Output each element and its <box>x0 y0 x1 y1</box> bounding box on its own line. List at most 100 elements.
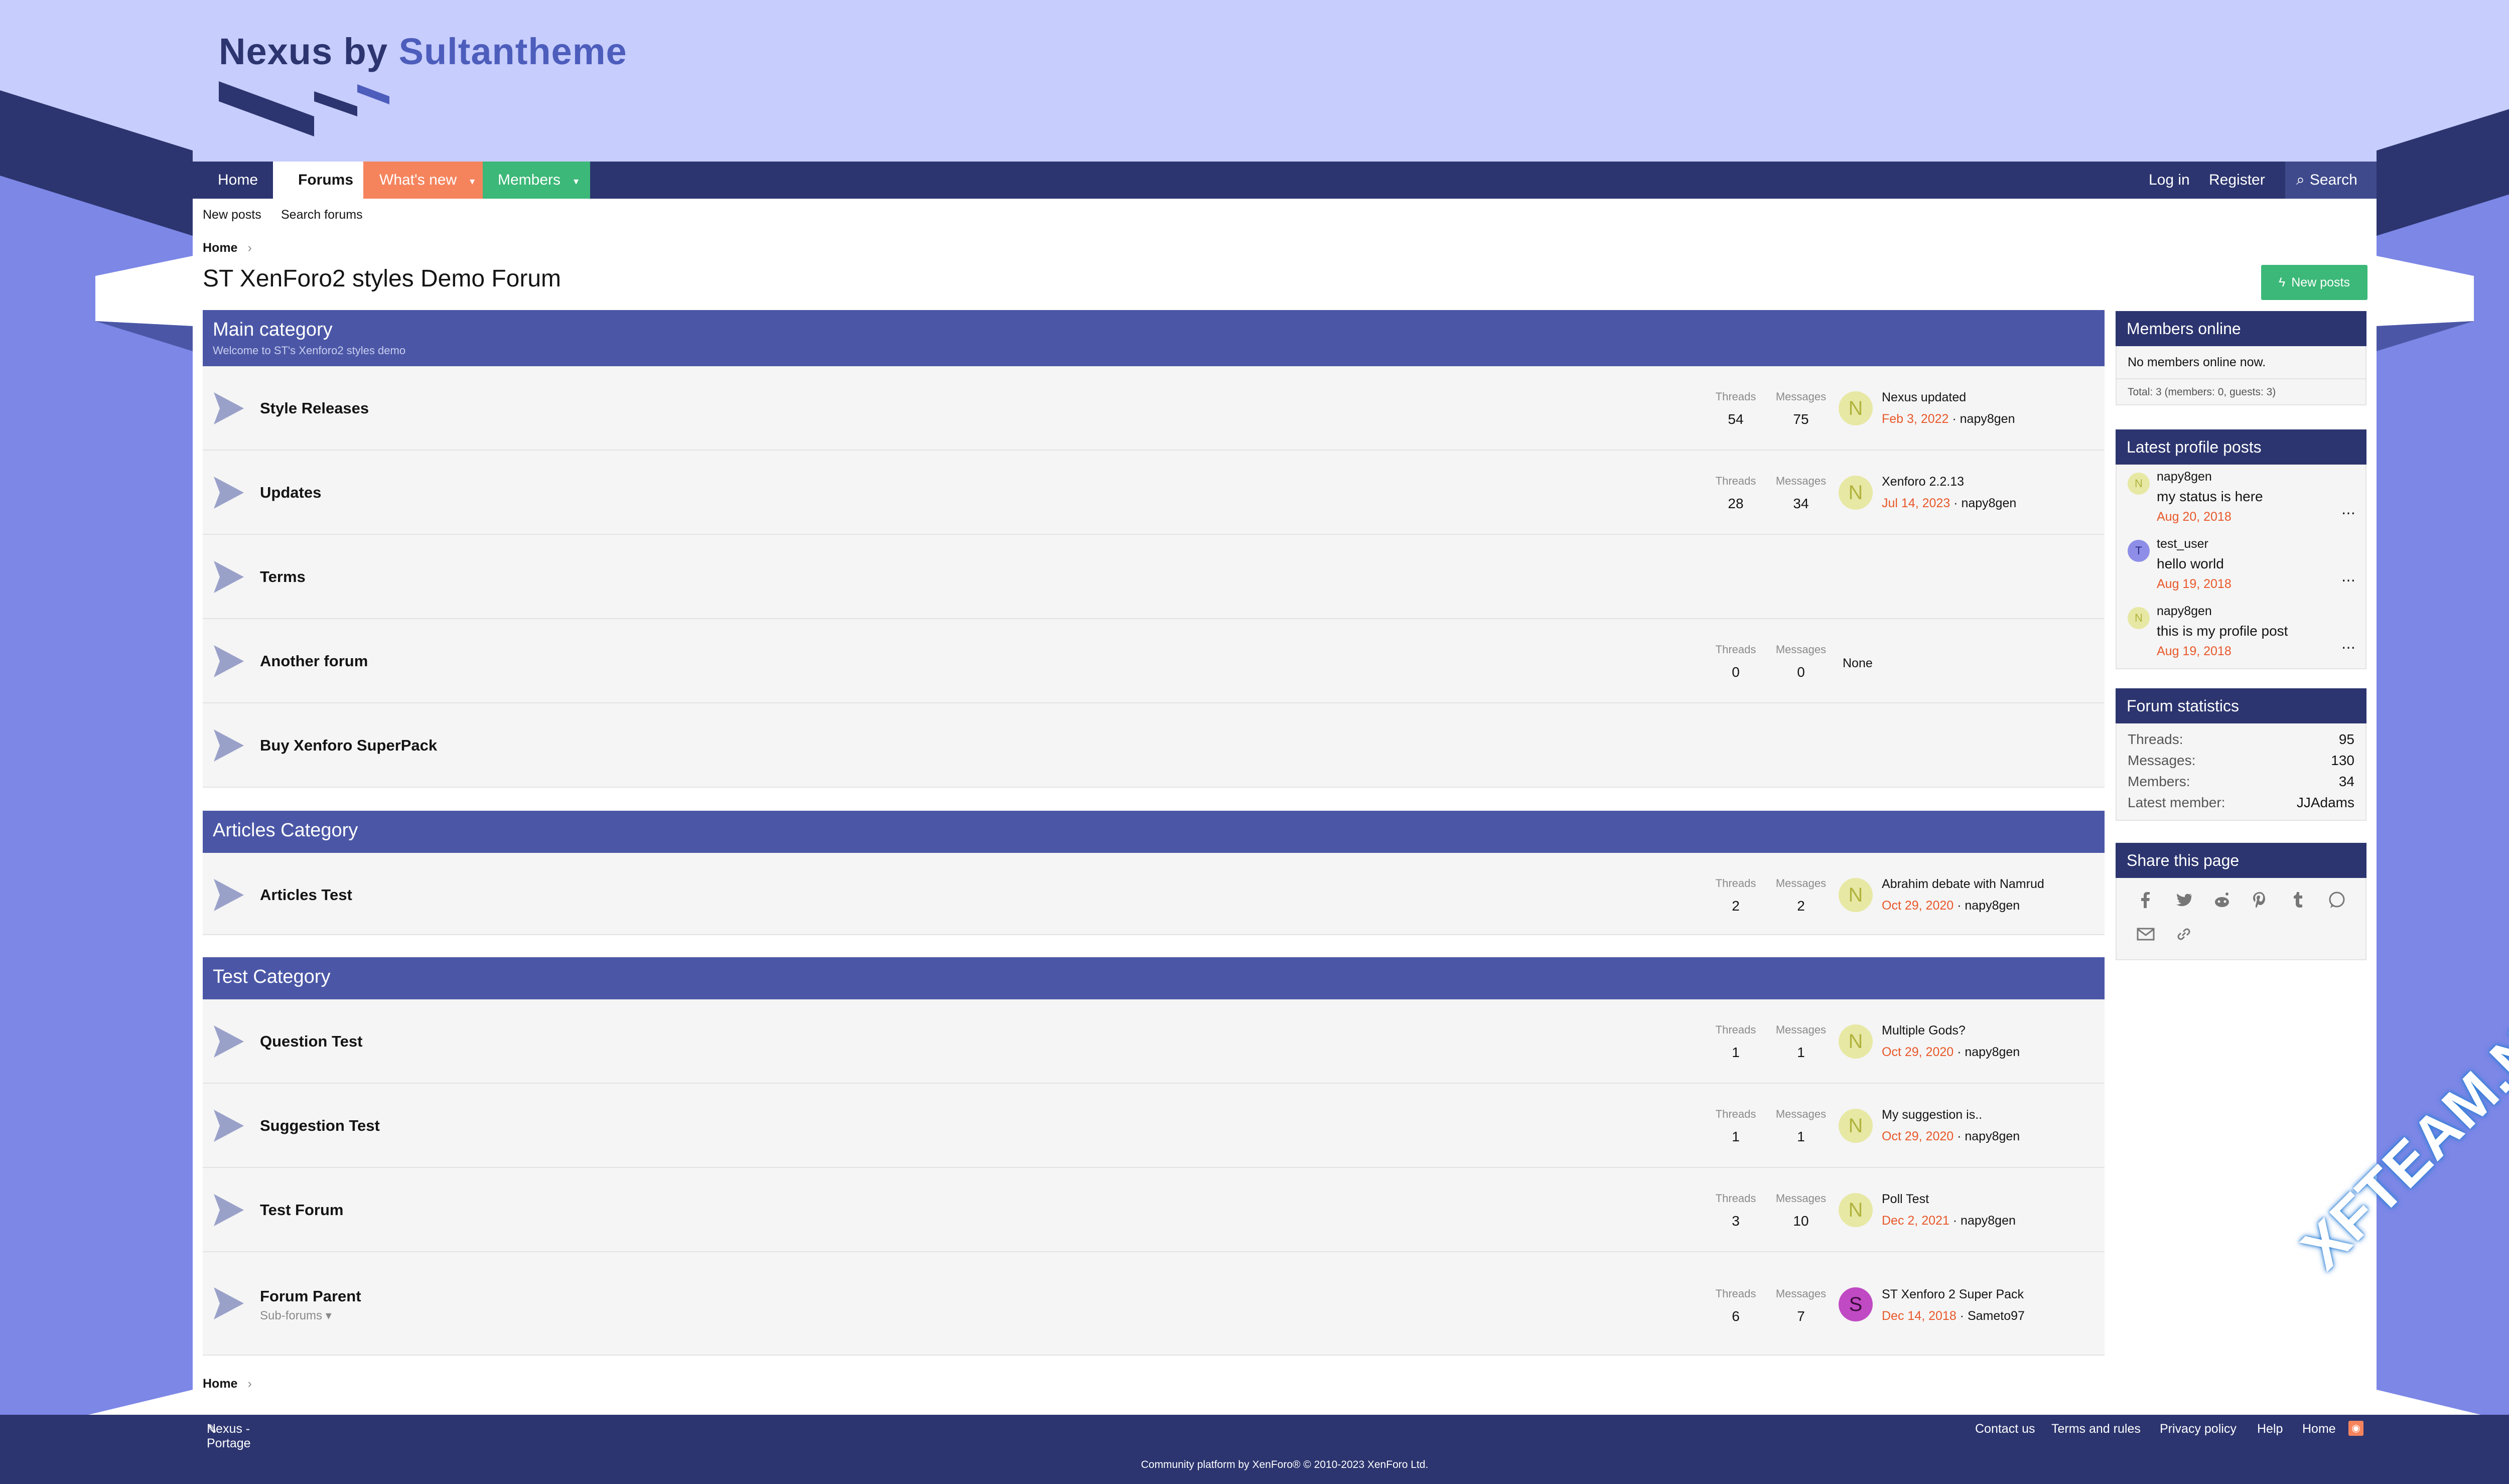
forum-name[interactable]: Terms <box>260 568 306 586</box>
twitter-icon[interactable] <box>2174 890 2194 910</box>
profile-post-date[interactable]: Aug 20, 2018 <box>2157 510 2232 524</box>
last-post-title[interactable]: My suggestion is.. <box>1882 1108 2020 1122</box>
nav-tab-whats-new[interactable]: What's new ▾ <box>363 162 483 199</box>
new-posts-button[interactable]: ϟ New posts <box>2261 265 2367 300</box>
share-page-title[interactable]: Share this page <box>2116 843 2366 878</box>
subnav-new-posts[interactable]: New posts <box>203 208 261 222</box>
last-post-user[interactable]: napy8gen <box>1965 899 2020 913</box>
forum-name[interactable]: Style Releases <box>260 399 369 417</box>
last-post-date[interactable]: Oct 29, 2020 <box>1882 1045 1954 1059</box>
last-post-user[interactable]: napy8gen <box>1965 1045 2020 1059</box>
rss-icon[interactable]: ◉ <box>2348 1421 2363 1436</box>
avatar[interactable]: N <box>1839 1024 1873 1059</box>
forum-node[interactable]: Another forum Threads 0 Messages 0 None <box>203 619 2105 703</box>
forum-name[interactable]: Buy Xenforo SuperPack <box>260 736 437 755</box>
login-link[interactable]: Log in <box>2149 162 2190 199</box>
category-title[interactable]: Articles Category <box>213 820 358 841</box>
profile-post-date[interactable]: Aug 19, 2018 <box>2157 577 2232 591</box>
category-title[interactable]: Test Category <box>213 966 330 988</box>
forum-node[interactable]: Articles Test Threads 2 Messages 2 N Abrah… <box>203 853 2105 935</box>
forum-name[interactable]: Updates <box>260 484 321 502</box>
pinterest-icon[interactable] <box>2250 890 2270 910</box>
breadcrumb-bottom[interactable]: Home › <box>203 1377 252 1391</box>
avatar[interactable]: N <box>1839 476 1873 510</box>
email-icon[interactable] <box>2136 924 2156 944</box>
last-post-title[interactable]: Xenforo 2.2.13 <box>1882 475 2016 489</box>
avatar[interactable]: S <box>1839 1287 1873 1321</box>
last-post-user[interactable]: napy8gen <box>1965 1129 2020 1143</box>
footer-link-help[interactable]: Help <box>2257 1422 2283 1436</box>
last-post-date[interactable]: Dec 14, 2018 <box>1882 1309 1957 1323</box>
forum-name[interactable]: Forum Parent <box>260 1287 361 1305</box>
profile-post-date[interactable]: Aug 19, 2018 <box>2157 644 2232 659</box>
forum-name[interactable]: Question Test <box>260 1032 362 1051</box>
last-post-date[interactable]: Oct 29, 2020 <box>1882 899 1954 913</box>
last-post-date[interactable]: Jul 14, 2023 <box>1882 496 1950 510</box>
last-post-title[interactable]: ST Xenforo 2 Super Pack <box>1882 1287 2025 1302</box>
forum-node[interactable]: Updates Threads 28 Messages 34 N Xenforo 2… <box>203 451 2105 535</box>
category-header[interactable]: Test Category <box>203 957 2105 999</box>
chevron-down-icon[interactable]: ▾ <box>470 176 475 187</box>
members-online-title[interactable]: Members online <box>2116 311 2366 346</box>
subnav-search-forums[interactable]: Search forums <box>281 208 363 222</box>
breadcrumb[interactable]: Home › <box>203 241 252 255</box>
forum-node[interactable]: Style Releases Threads 54 Messages 75 N Ne… <box>203 366 2105 451</box>
reddit-icon[interactable] <box>2212 890 2232 910</box>
footer-link-home[interactable]: Home <box>2302 1422 2336 1436</box>
whatsapp-icon[interactable] <box>2326 890 2346 910</box>
nav-tab-members[interactable]: Members ▾ <box>483 162 590 199</box>
forum-node[interactable]: Forum Parent Sub-forums ▾ Threads 6 Messa… <box>203 1252 2105 1356</box>
breadcrumb-home[interactable]: Home <box>203 241 237 255</box>
avatar[interactable]: T <box>2128 540 2150 562</box>
forum-node[interactable]: Test Forum Threads 3 Messages 10 N Poll Te… <box>203 1168 2105 1252</box>
category-header[interactable]: Main category Welcome to ST's Xenforo2 s… <box>203 310 2105 366</box>
last-post-user[interactable]: Sameto97 <box>1968 1309 2025 1323</box>
profile-post-user[interactable]: napy8gen <box>2157 470 2212 484</box>
avatar[interactable]: N <box>2128 473 2150 495</box>
last-post-title[interactable]: Nexus updated <box>1882 390 2015 405</box>
forum-node[interactable]: Buy Xenforo SuperPack <box>203 703 2105 788</box>
chevron-down-icon[interactable]: ▾ <box>574 176 579 187</box>
forum-node[interactable]: Terms <box>203 535 2105 619</box>
more-icon[interactable]: ⋯ <box>2341 639 2355 656</box>
forum-name[interactable]: Suggestion Test <box>260 1117 380 1135</box>
stat-value[interactable]: JJAdams <box>2297 795 2354 811</box>
last-post-title[interactable]: Poll Test <box>1882 1192 2016 1207</box>
search-button[interactable]: ⌕ Search <box>2285 162 2377 199</box>
site-logo[interactable]: Nexus by Sultantheme <box>219 30 627 73</box>
sub-forums-toggle[interactable]: Sub-forums ▾ <box>260 1308 332 1323</box>
more-icon[interactable]: ⋯ <box>2341 572 2355 588</box>
avatar[interactable]: N <box>1839 1109 1873 1143</box>
profile-post-user[interactable]: napy8gen <box>2157 604 2212 619</box>
profile-post-user[interactable]: test_user <box>2157 537 2208 551</box>
link-icon[interactable] <box>2174 924 2194 944</box>
avatar[interactable]: N <box>1839 878 1873 912</box>
forum-name[interactable]: Another forum <box>260 652 368 670</box>
last-post-user[interactable]: napy8gen <box>1960 412 2015 426</box>
forum-name[interactable]: Test Forum <box>260 1201 344 1219</box>
category-header[interactable]: Articles Category <box>203 811 2105 853</box>
avatar[interactable]: N <box>2128 607 2150 629</box>
footer-link-privacy[interactable]: Privacy policy <box>2160 1422 2237 1436</box>
tumblr-icon[interactable] <box>2288 890 2308 910</box>
nav-tab-forums[interactable]: Forums <box>273 162 379 199</box>
facebook-icon[interactable] <box>2136 890 2156 910</box>
forum-name[interactable]: Articles Test <box>260 886 352 904</box>
last-post-date[interactable]: Dec 2, 2021 <box>1882 1214 1949 1228</box>
register-link[interactable]: Register <box>2209 162 2265 199</box>
forum-node[interactable]: Suggestion Test Threads 1 Messages 1 N My … <box>203 1084 2105 1168</box>
category-title[interactable]: Main category <box>213 319 333 341</box>
last-post-user[interactable]: napy8gen <box>1961 496 2016 510</box>
profile-posts-title[interactable]: Latest profile posts <box>2116 429 2366 465</box>
avatar[interactable]: N <box>1839 391 1873 425</box>
last-post-date[interactable]: Feb 3, 2022 <box>1882 412 1948 426</box>
nav-tab-home[interactable]: Home <box>193 162 283 199</box>
last-post-title[interactable]: Multiple Gods? <box>1882 1023 2020 1038</box>
forum-statistics-title[interactable]: Forum statistics <box>2116 688 2366 723</box>
footer-link-contact[interactable]: Contact us <box>1975 1422 2035 1436</box>
more-icon[interactable]: ⋯ <box>2341 505 2355 521</box>
last-post-user[interactable]: napy8gen <box>1961 1214 2016 1228</box>
avatar[interactable]: N <box>1839 1193 1873 1227</box>
footer-link-terms[interactable]: Terms and rules <box>2051 1422 2141 1436</box>
breadcrumb-home[interactable]: Home <box>203 1377 237 1391</box>
